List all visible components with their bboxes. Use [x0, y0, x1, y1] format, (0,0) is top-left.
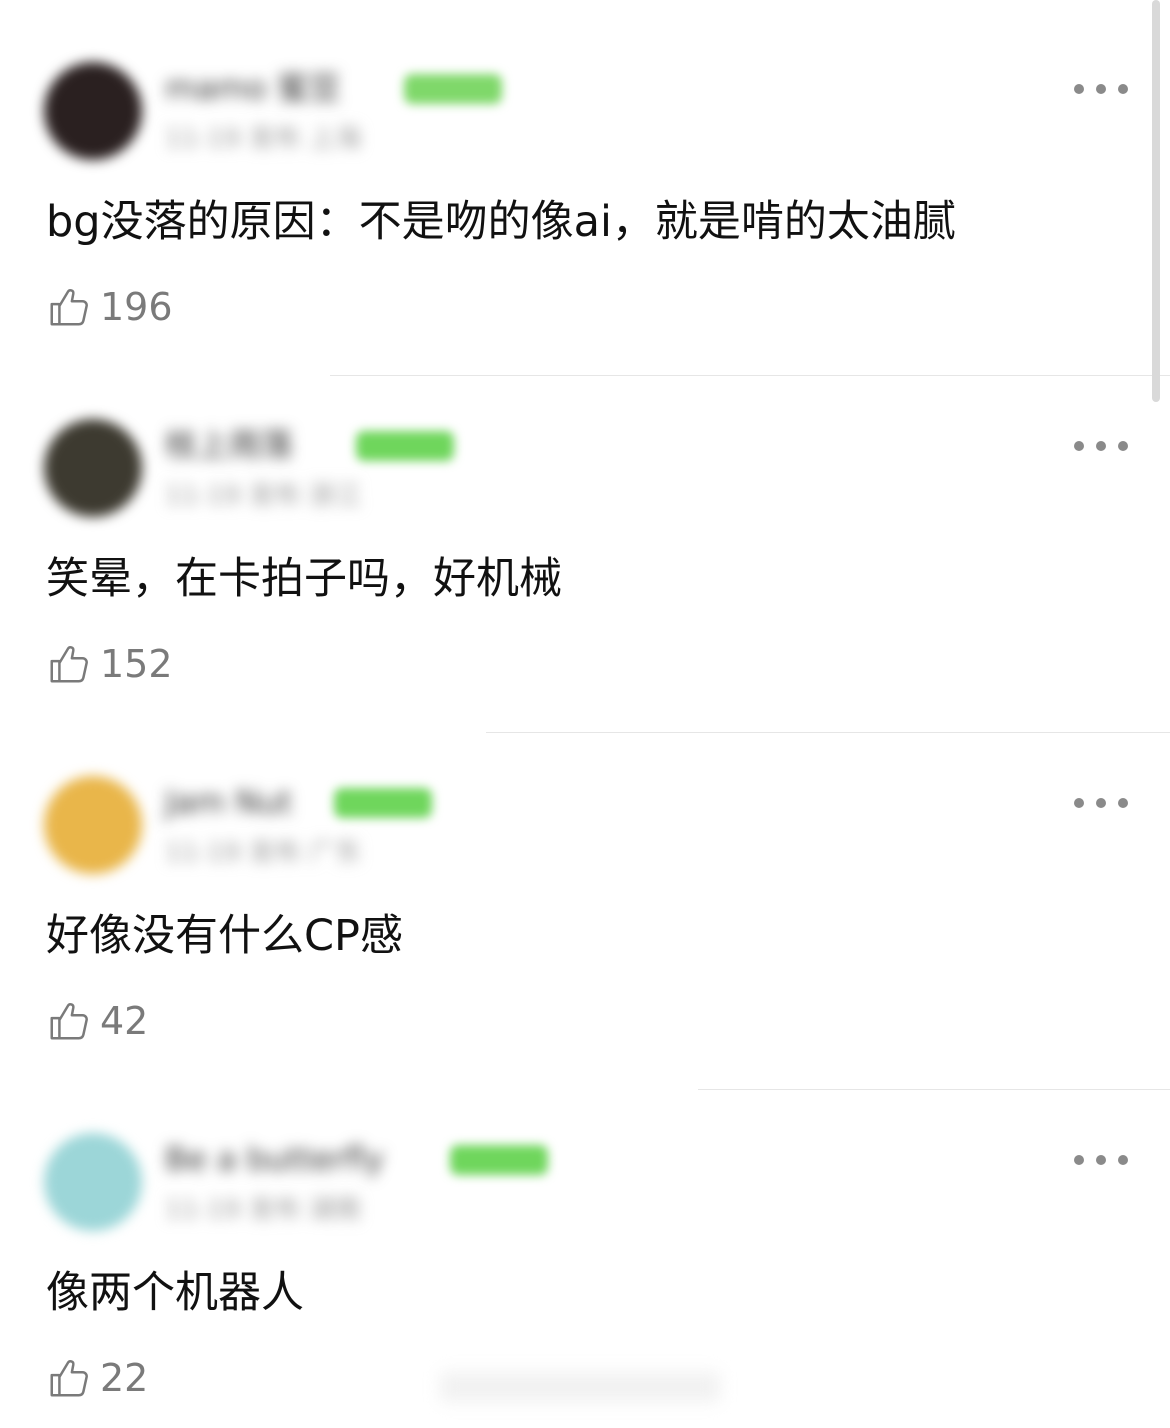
more-dot — [1096, 798, 1106, 808]
thumbs-up-icon — [50, 289, 88, 326]
like-count: 42 — [100, 999, 149, 1043]
more-dots-icon — [1074, 1155, 1084, 1165]
thumbs-up-icon — [50, 646, 88, 683]
comment-item: mamo 蜜豆 11-19 发布 上海 bg没落的原因：不是吻的像ai，就是啃的… — [0, 0, 1170, 376]
like-button[interactable]: 196 — [46, 282, 173, 332]
more-dots-icon — [1074, 441, 1084, 451]
username[interactable]: 枝上雨落 — [165, 423, 293, 467]
like-button[interactable]: 42 — [46, 996, 148, 1046]
more-options-button[interactable] — [1074, 792, 1128, 814]
level-badge — [450, 1145, 548, 1175]
thumbs-up-icon — [50, 1360, 88, 1397]
comment-item: Jam Nut 11-19 发布 广东 好像没有什么CP感 42 — [0, 714, 1170, 1090]
more-dot — [1096, 84, 1106, 94]
like-count: 152 — [100, 642, 173, 686]
comment-meta: 11-19 发布 浙江 — [165, 481, 362, 511]
more-options-button[interactable] — [1074, 78, 1128, 100]
comment-text: 笑晕，在卡拍子吗，好机械 — [46, 554, 562, 604]
more-dot — [1096, 441, 1106, 451]
comment-item: 枝上雨落 11-19 发布 浙江 笑晕，在卡拍子吗，好机械 152 — [0, 357, 1170, 733]
scrollbar[interactable] — [1152, 0, 1160, 402]
comment-text: 好像没有什么CP感 — [46, 911, 403, 961]
level-badge — [334, 788, 432, 818]
bottom-overlay — [440, 1372, 720, 1402]
username[interactable]: Jam Nut — [165, 780, 292, 824]
username[interactable]: mamo 蜜豆 — [165, 66, 341, 110]
more-dot — [1118, 1155, 1128, 1165]
comment-text: 像两个机器人 — [46, 1268, 304, 1318]
avatar[interactable] — [44, 1133, 142, 1231]
avatar[interactable] — [44, 62, 142, 160]
like-count: 196 — [100, 285, 173, 329]
like-button[interactable]: 22 — [46, 1353, 148, 1403]
more-dots-icon — [1074, 84, 1084, 94]
avatar[interactable] — [44, 776, 142, 874]
comment-text: bg没落的原因：不是吻的像ai，就是啃的太油腻 — [46, 197, 956, 247]
more-options-button[interactable] — [1074, 1149, 1128, 1171]
more-dot — [1096, 1155, 1106, 1165]
more-dot — [1118, 798, 1128, 808]
comment-feed: mamo 蜜豆 11-19 发布 上海 bg没落的原因：不是吻的像ai，就是啃的… — [0, 0, 1170, 1418]
more-options-button[interactable] — [1074, 435, 1128, 457]
avatar[interactable] — [44, 419, 142, 517]
more-dot — [1118, 441, 1128, 451]
more-dots-icon — [1074, 798, 1084, 808]
like-count: 22 — [100, 1356, 149, 1400]
level-badge — [404, 74, 502, 104]
thumbs-up-icon — [50, 1003, 88, 1040]
comment-meta: 11-19 发布 湖南 — [165, 1195, 362, 1225]
like-button[interactable]: 152 — [46, 639, 173, 689]
more-dot — [1118, 84, 1128, 94]
comment-meta: 11-19 发布 广东 — [165, 838, 362, 868]
username[interactable]: Be a butterfly — [165, 1137, 384, 1181]
comment-meta: 11-19 发布 上海 — [165, 124, 362, 154]
level-badge — [356, 431, 454, 461]
